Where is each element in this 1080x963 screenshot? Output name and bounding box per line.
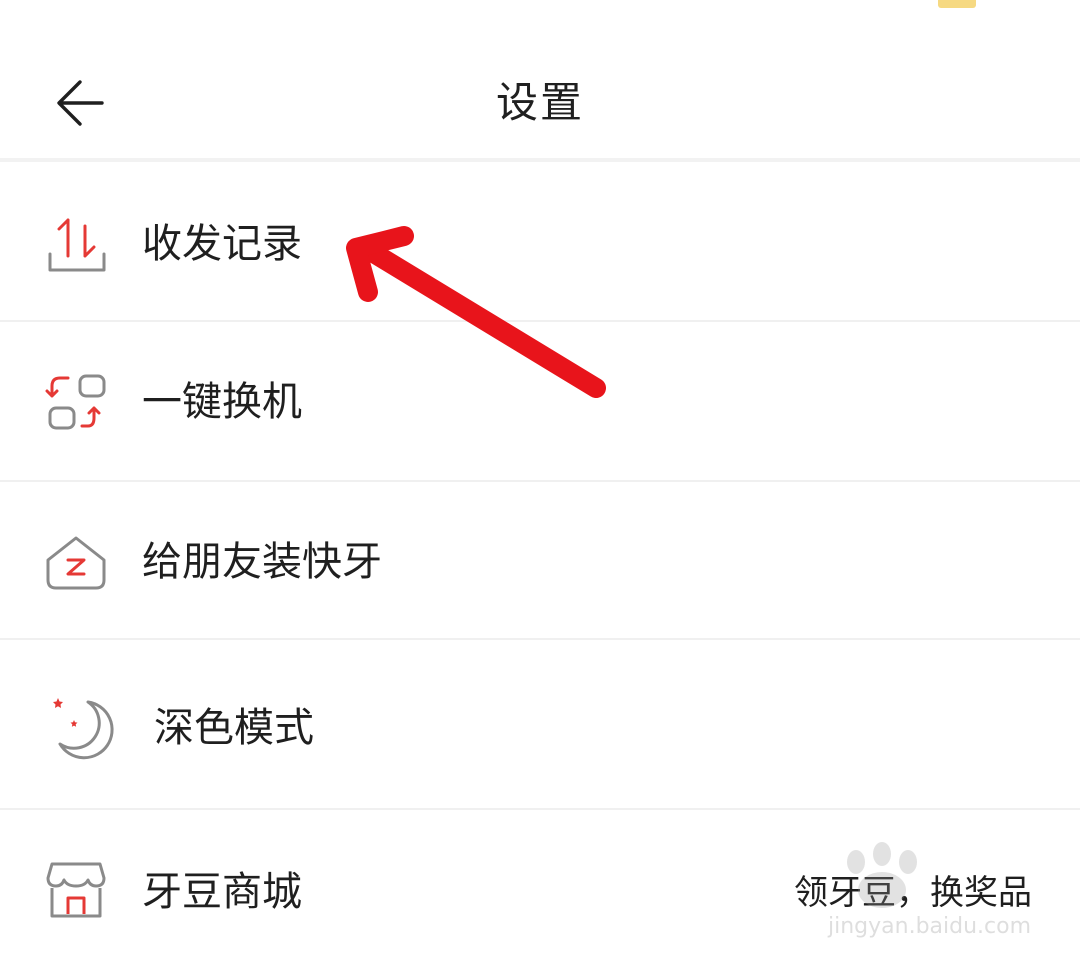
house-z-icon xyxy=(42,530,110,598)
menu-item-label: 给朋友装快牙 xyxy=(142,539,382,585)
header: 设置 xyxy=(0,0,1080,162)
transfer-tray-icon xyxy=(42,210,110,278)
menu-item-label: 深色模式 xyxy=(154,705,314,751)
moon-star-icon xyxy=(42,690,118,766)
store-icon xyxy=(42,856,110,924)
menu-item-label: 牙豆商城 xyxy=(142,869,302,915)
page-title: 设置 xyxy=(495,78,584,127)
mall-promo-hint: 领牙豆，换奖品 xyxy=(794,873,1032,913)
menu-item-install-for-friend[interactable]: 给朋友装快牙 xyxy=(0,482,1080,640)
device-switch-icon xyxy=(42,368,110,436)
menu-item-one-key-switch[interactable]: 一键换机 xyxy=(0,322,1080,482)
menu-item-dark-mode[interactable]: 深色模式 xyxy=(0,640,1080,810)
menu-item-send-receive-records[interactable]: 收发记录 xyxy=(0,162,1080,322)
menu-item-yadou-mall[interactable]: 牙豆商城 领牙豆，换奖品 xyxy=(0,810,1080,963)
settings-page: 设置 收发记录 一键换机 给朋友装快牙 深色模式 牙豆商城 领牙豆，换奖品 ji… xyxy=(0,0,1080,963)
menu-item-label: 收发记录 xyxy=(142,221,302,267)
menu-item-label: 一键换机 xyxy=(142,379,302,425)
